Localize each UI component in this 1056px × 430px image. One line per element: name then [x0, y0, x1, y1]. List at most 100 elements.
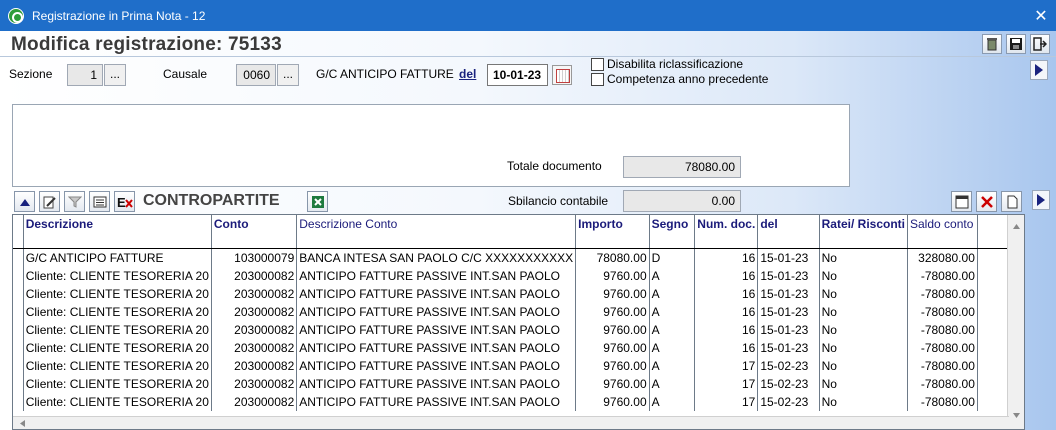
cell-descrizione[interactable]: Cliente: CLIENTE TESORERIA 20 [23, 284, 212, 303]
cell-saldo-conto[interactable]: -78080.00 [907, 338, 978, 357]
cell-ratei-risconti[interactable]: No [819, 374, 909, 393]
cell-importo[interactable]: 9760.00 [575, 284, 650, 303]
filter-button[interactable] [64, 191, 85, 212]
column-header-num-doc[interactable]: Num. doc. [694, 215, 759, 249]
close-icon[interactable]: ✕ [1026, 6, 1056, 26]
column-header-descrizione[interactable]: Descrizione [23, 215, 212, 249]
cell-del[interactable]: 15-01-23 [757, 302, 820, 321]
cell-descrizione[interactable]: Cliente: CLIENTE TESORERIA 20 [23, 302, 212, 321]
cell-conto[interactable]: 203000082 [211, 266, 298, 285]
row-selector[interactable] [13, 356, 24, 375]
cell-importo[interactable]: 9760.00 [575, 302, 650, 321]
cell-descrizione-conto[interactable]: ANTICIPO FATTURE PASSIVE INT.SAN PAOLO [296, 284, 577, 303]
column-header-del[interactable]: del [757, 215, 820, 249]
competenza-anno-precedente-checkbox[interactable] [591, 73, 604, 86]
cell-segno[interactable]: A [649, 338, 696, 357]
cell-del[interactable]: 15-02-23 [757, 356, 820, 375]
column-header-ratei-risconti[interactable]: Ratei/ Risconti [819, 215, 909, 249]
cell-descrizione[interactable]: Cliente: CLIENTE TESORERIA 20 [23, 374, 212, 393]
delete-button[interactable] [976, 191, 997, 212]
horizontal-scrollbar[interactable] [13, 416, 1009, 429]
cell-num-doc[interactable]: 16 [694, 320, 759, 339]
column-header-conto[interactable]: Conto [211, 215, 298, 249]
cell-conto[interactable]: 203000082 [211, 392, 298, 411]
cell-descrizione-conto[interactable]: ANTICIPO FATTURE PASSIVE INT.SAN PAOLO [296, 374, 577, 393]
cell-ratei-risconti[interactable]: No [819, 266, 909, 285]
cell-descrizione-conto[interactable]: ANTICIPO FATTURE PASSIVE INT.SAN PAOLO [296, 266, 577, 285]
ex-button[interactable]: E [114, 191, 135, 212]
column-header-descrizione-conto[interactable]: Descrizione Conto [296, 215, 577, 249]
save-button[interactable] [1006, 34, 1026, 54]
cell-conto[interactable]: 103000079 [211, 248, 298, 267]
cell-descrizione-conto[interactable]: BANCA INTESA SAN PAOLO C/C XXXXXXXXXXX [296, 248, 577, 267]
cell-conto[interactable]: 203000082 [211, 284, 298, 303]
cell-importo[interactable]: 9760.00 [575, 392, 650, 411]
cell-descrizione-conto[interactable]: ANTICIPO FATTURE PASSIVE INT.SAN PAOLO [296, 338, 577, 357]
vertical-scrollbar[interactable] [1007, 215, 1024, 429]
cell-saldo-conto[interactable]: -78080.00 [907, 284, 978, 303]
cell-saldo-conto[interactable]: -78080.00 [907, 374, 978, 393]
cell-segno[interactable]: A [649, 392, 696, 411]
column-header-importo[interactable]: Importo [575, 215, 650, 249]
row-selector[interactable] [13, 266, 24, 285]
cell-segno[interactable]: A [649, 374, 696, 393]
cell-saldo-conto[interactable]: 328080.00 [907, 248, 978, 267]
cell-segno[interactable]: A [649, 302, 696, 321]
row-selector[interactable] [13, 392, 24, 411]
cell-num-doc[interactable]: 16 [694, 284, 759, 303]
table-row[interactable]: Cliente: CLIENTE TESORERIA 20 203000082 AN… [13, 266, 1024, 285]
cell-ratei-risconti[interactable]: No [819, 248, 909, 267]
cell-conto[interactable]: 203000082 [211, 356, 298, 375]
cell-saldo-conto[interactable]: -78080.00 [907, 356, 978, 375]
cell-ratei-risconti[interactable]: No [819, 302, 909, 321]
column-header-saldo-conto[interactable]: Saldo conto [907, 215, 978, 249]
cell-num-doc[interactable]: 16 [694, 338, 759, 357]
cell-segno[interactable]: A [649, 266, 696, 285]
calendar-icon[interactable] [552, 65, 572, 85]
cell-saldo-conto[interactable]: -78080.00 [907, 392, 978, 411]
cell-del[interactable]: 15-01-23 [757, 320, 820, 339]
cell-num-doc[interactable]: 17 [694, 374, 759, 393]
table-row[interactable]: Cliente: CLIENTE TESORERIA 20 203000082 AN… [13, 338, 1024, 357]
row-selector[interactable] [13, 338, 24, 357]
cell-descrizione[interactable]: Cliente: CLIENTE TESORERIA 20 [23, 356, 212, 375]
sezione-field[interactable]: 1 [67, 64, 103, 86]
nav-next-button[interactable] [1030, 60, 1048, 80]
cell-importo[interactable]: 9760.00 [575, 356, 650, 375]
table-row[interactable]: Cliente: CLIENTE TESORERIA 20 203000082 AN… [13, 374, 1024, 393]
edit-button[interactable] [39, 191, 60, 212]
cell-segno[interactable]: A [649, 356, 696, 375]
cell-segno[interactable]: A [649, 320, 696, 339]
table-row[interactable]: Cliente: CLIENTE TESORERIA 20 203000082 AN… [13, 302, 1024, 321]
new-document-button[interactable] [1001, 191, 1022, 212]
cell-segno[interactable]: D [649, 248, 696, 267]
row-selector[interactable] [13, 374, 24, 393]
cell-del[interactable]: 15-01-23 [757, 284, 820, 303]
table-row[interactable]: Cliente: CLIENTE TESORERIA 20 203000082 AN… [13, 356, 1024, 375]
cell-saldo-conto[interactable]: -78080.00 [907, 266, 978, 285]
cell-descrizione[interactable]: Cliente: CLIENTE TESORERIA 20 [23, 338, 212, 357]
cell-importo[interactable]: 78080.00 [575, 248, 650, 267]
disabilita-riclassificazione-checkbox[interactable] [591, 58, 604, 71]
cell-descrizione-conto[interactable]: ANTICIPO FATTURE PASSIVE INT.SAN PAOLO [296, 356, 577, 375]
cell-descrizione[interactable]: Cliente: CLIENTE TESORERIA 20 [23, 392, 212, 411]
cell-del[interactable]: 15-01-23 [757, 338, 820, 357]
list-button[interactable] [89, 191, 110, 212]
cell-del[interactable]: 15-01-23 [757, 248, 820, 267]
table-row[interactable]: Cliente: CLIENTE TESORERIA 20 203000082 AN… [13, 392, 1024, 411]
contropartite-table[interactable]: Descrizione Conto Descrizione Conto Impo… [12, 214, 1025, 430]
cell-num-doc[interactable]: 17 [694, 392, 759, 411]
cell-importo[interactable]: 9760.00 [575, 266, 650, 285]
cell-ratei-risconti[interactable]: No [819, 284, 909, 303]
cell-conto[interactable]: 203000082 [211, 338, 298, 357]
cell-importo[interactable]: 9760.00 [575, 338, 650, 357]
move-up-button[interactable] [14, 191, 35, 212]
table-row[interactable]: Cliente: CLIENTE TESORERIA 20 203000082 AN… [13, 320, 1024, 339]
cell-saldo-conto[interactable]: -78080.00 [907, 320, 978, 339]
row-selector[interactable] [13, 248, 24, 267]
table-row[interactable]: G/C ANTICIPO FATTURE 103000079 BANCA INTES… [13, 248, 1024, 267]
table-row[interactable]: Cliente: CLIENTE TESORERIA 20 203000082 AN… [13, 284, 1024, 303]
cell-importo[interactable]: 9760.00 [575, 320, 650, 339]
cell-descrizione-conto[interactable]: ANTICIPO FATTURE PASSIVE INT.SAN PAOLO [296, 302, 577, 321]
date-field[interactable]: 10-01-23 [487, 64, 548, 86]
